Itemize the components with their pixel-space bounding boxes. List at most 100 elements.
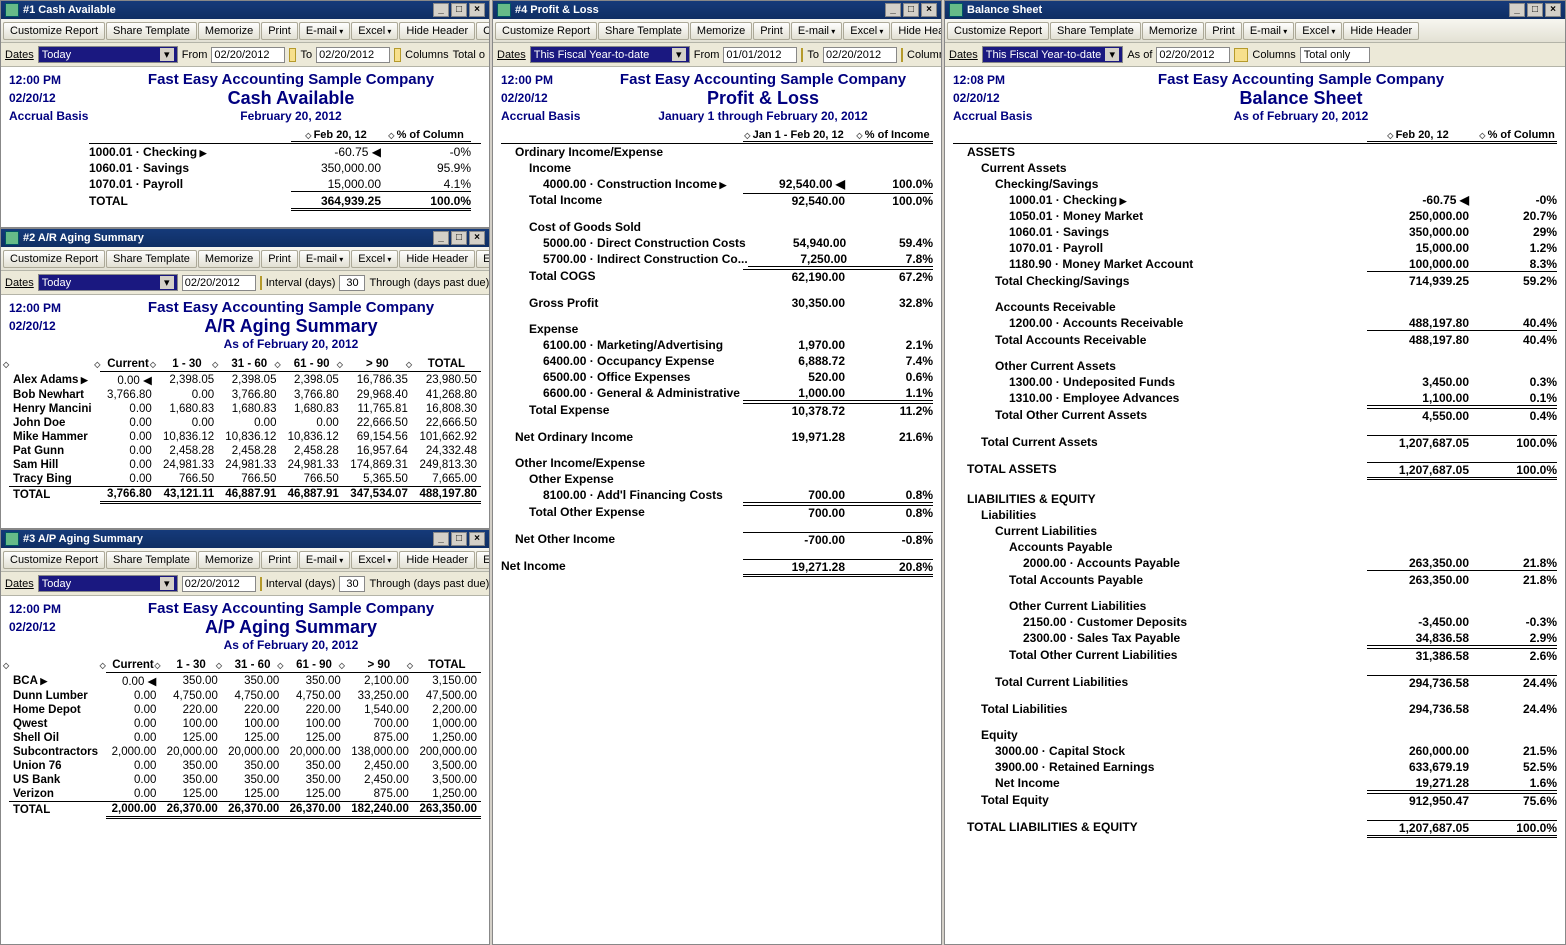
aging-row[interactable]: Mike Hammer0.0010,836.1210,836.1210,836.…	[9, 430, 481, 444]
excel-button[interactable]: Excel	[1295, 22, 1342, 40]
memorize-button[interactable]: Memorize	[198, 250, 260, 268]
email-button[interactable]: E-mail	[791, 22, 842, 40]
aging-row[interactable]: Pat Gunn0.002,458.282,458.282,458.2816,9…	[9, 444, 481, 458]
customize-report-button[interactable]: Customize Report	[3, 250, 105, 268]
cash-row[interactable]: 1060.01 · Savings 350,000.00 95.9%	[89, 160, 481, 176]
asof-date-input[interactable]	[1156, 47, 1230, 63]
share-template-button[interactable]: Share Template	[1050, 22, 1141, 40]
report-line[interactable]: Total Checking/Savings 714,939.25 59.2%	[953, 273, 1557, 289]
expand-button[interactable]: Exp	[476, 250, 489, 268]
aging-row[interactable]: Shell Oil0.00125.00125.00125.00875.001,2…	[9, 731, 481, 745]
aging-row[interactable]: Union 760.00350.00350.00350.002,450.003,…	[9, 759, 481, 773]
email-button[interactable]: E-mail	[299, 250, 350, 268]
titlebar-ap[interactable]: #3 A/P Aging Summary _ □ ×	[1, 530, 489, 548]
report-line[interactable]: Checking/Savings	[953, 176, 1557, 192]
aging-row[interactable]: Dunn Lumber0.004,750.004,750.004,750.003…	[9, 689, 481, 703]
minimize-button[interactable]: _	[433, 231, 449, 245]
report-line[interactable]: Net Ordinary Income 19,971.28 21.6%	[501, 429, 933, 445]
close-button[interactable]: ×	[469, 231, 485, 245]
report-line[interactable]: Ordinary Income/Expense	[501, 144, 933, 160]
report-line[interactable]: Accounts Receivable	[953, 299, 1557, 315]
minimize-button[interactable]: _	[433, 3, 449, 17]
report-line[interactable]: 1050.01 · Money Market 250,000.00 20.7%	[953, 208, 1557, 224]
calendar-icon[interactable]	[1234, 48, 1248, 62]
report-line[interactable]: 1070.01 · Payroll 15,000.00 1.2%	[953, 240, 1557, 256]
aging-row[interactable]: Qwest0.00100.00100.00100.00700.001,000.0…	[9, 717, 481, 731]
print-button[interactable]: Print	[753, 22, 790, 40]
date-range-combo[interactable]: Today▾	[38, 575, 178, 592]
customize-report-button[interactable]: Customize Report	[3, 551, 105, 569]
report-line[interactable]: Current Liabilities	[953, 523, 1557, 539]
report-line[interactable]: LIABILITIES & EQUITY	[953, 491, 1557, 507]
memorize-button[interactable]: Memorize	[1142, 22, 1204, 40]
columns-combo[interactable]: Total only	[1300, 47, 1370, 63]
hide-header-button[interactable]: Hide Header	[1343, 22, 1419, 40]
report-line[interactable]: 1180.90 · Money Market Account 100,000.0…	[953, 256, 1557, 273]
calendar-icon[interactable]	[289, 48, 296, 62]
report-line[interactable]: Other Current Assets	[953, 358, 1557, 374]
customize-report-button[interactable]: Customize Report	[495, 22, 597, 40]
excel-button[interactable]: Excel	[843, 22, 890, 40]
email-button[interactable]: E-mail	[1243, 22, 1294, 40]
aging-row[interactable]: John Doe0.000.000.000.0022,666.5022,666.…	[9, 416, 481, 430]
to-date-input[interactable]	[823, 47, 897, 63]
report-line[interactable]: Expense	[501, 321, 933, 337]
report-line[interactable]: TOTAL ASSETS 1,207,687.05 100.0%	[953, 461, 1557, 481]
email-button[interactable]: E-mail	[299, 22, 350, 40]
aging-row[interactable]: Bob Newhart3,766.800.003,766.803,766.802…	[9, 388, 481, 402]
report-line[interactable]: 1060.01 · Savings 350,000.00 29%	[953, 224, 1557, 240]
titlebar-ar[interactable]: #2 A/R Aging Summary _ □ ×	[1, 229, 489, 247]
report-line[interactable]: 3900.00 · Retained Earnings 633,679.19 5…	[953, 759, 1557, 775]
date-range-combo[interactable]: Today▾	[38, 274, 178, 291]
report-line[interactable]: 1300.00 · Undeposited Funds 3,450.00 0.3…	[953, 374, 1557, 390]
minimize-button[interactable]: _	[1509, 3, 1525, 17]
report-line[interactable]: Total Expense 10,378.72 11.2%	[501, 402, 933, 419]
report-line[interactable]: 5700.00 · Indirect Construction Co... 7,…	[501, 251, 933, 268]
minimize-button[interactable]: _	[433, 532, 449, 546]
report-line[interactable]: 2300.00 · Sales Tax Payable 34,836.58 2.…	[953, 630, 1557, 647]
report-line[interactable]: Other Income/Expense	[501, 455, 933, 471]
share-template-button[interactable]: Share Template	[106, 551, 197, 569]
asof-date-input[interactable]	[182, 275, 256, 291]
calendar-icon[interactable]	[394, 48, 401, 62]
close-button[interactable]: ×	[469, 3, 485, 17]
share-template-button[interactable]: Share Template	[106, 22, 197, 40]
maximize-button[interactable]: □	[451, 231, 467, 245]
report-line[interactable]: Net Income 19,271.28 1.6%	[953, 775, 1557, 792]
collapse-button[interactable]: Col	[476, 22, 489, 40]
close-button[interactable]: ×	[469, 532, 485, 546]
date-range-combo[interactable]: This Fiscal Year-to-date▾	[982, 46, 1124, 63]
report-line[interactable]: 1200.00 · Accounts Receivable 488,197.80…	[953, 315, 1557, 332]
report-line[interactable]: 6500.00 · Office Expenses 520.00 0.6%	[501, 369, 933, 385]
calendar-icon[interactable]	[260, 276, 262, 290]
cash-row[interactable]: 1070.01 · Payroll 15,000.00 4.1%	[89, 176, 481, 193]
close-button[interactable]: ×	[1545, 3, 1561, 17]
print-button[interactable]: Print	[261, 22, 298, 40]
aging-row[interactable]: Tracy Bing0.00766.50766.50766.505,365.50…	[9, 472, 481, 487]
report-line[interactable]: Total Accounts Payable 263,350.00 21.8%	[953, 572, 1557, 588]
excel-button[interactable]: Excel	[351, 22, 398, 40]
to-date-input[interactable]	[316, 47, 390, 63]
aging-row[interactable]: Alex Adams ▶0.00 ◀2,398.052,398.052,398.…	[9, 372, 481, 389]
memorize-button[interactable]: Memorize	[198, 551, 260, 569]
date-range-combo[interactable]: This Fiscal Year-to-date▾	[530, 46, 690, 63]
excel-button[interactable]: Excel	[351, 551, 398, 569]
calendar-icon[interactable]	[801, 48, 803, 62]
aging-row[interactable]: BCA ▶0.00 ◀350.00350.00350.002,100.003,1…	[9, 673, 481, 690]
report-line[interactable]: Total Income 92,540.00 100.0%	[501, 192, 933, 209]
close-button[interactable]: ×	[921, 3, 937, 17]
report-line[interactable]: Total Liabilities 294,736.58 24.4%	[953, 701, 1557, 717]
aging-row[interactable]: Home Depot0.00220.00220.00220.001,540.00…	[9, 703, 481, 717]
titlebar-cash[interactable]: #1 Cash Available _ □ ×	[1, 1, 489, 19]
share-template-button[interactable]: Share Template	[106, 250, 197, 268]
date-range-combo[interactable]: Today▾	[38, 46, 178, 63]
aging-row[interactable]: Verizon0.00125.00125.00125.00875.001,250…	[9, 787, 481, 802]
titlebar-pl[interactable]: #4 Profit & Loss _ □ ×	[493, 1, 941, 19]
expand-button[interactable]: Exp	[476, 551, 489, 569]
interval-input[interactable]	[339, 275, 365, 291]
report-line[interactable]: Equity	[953, 727, 1557, 743]
share-template-button[interactable]: Share Template	[598, 22, 689, 40]
report-line[interactable]: Current Assets	[953, 160, 1557, 176]
from-date-input[interactable]	[211, 47, 285, 63]
calendar-icon[interactable]	[260, 577, 262, 591]
